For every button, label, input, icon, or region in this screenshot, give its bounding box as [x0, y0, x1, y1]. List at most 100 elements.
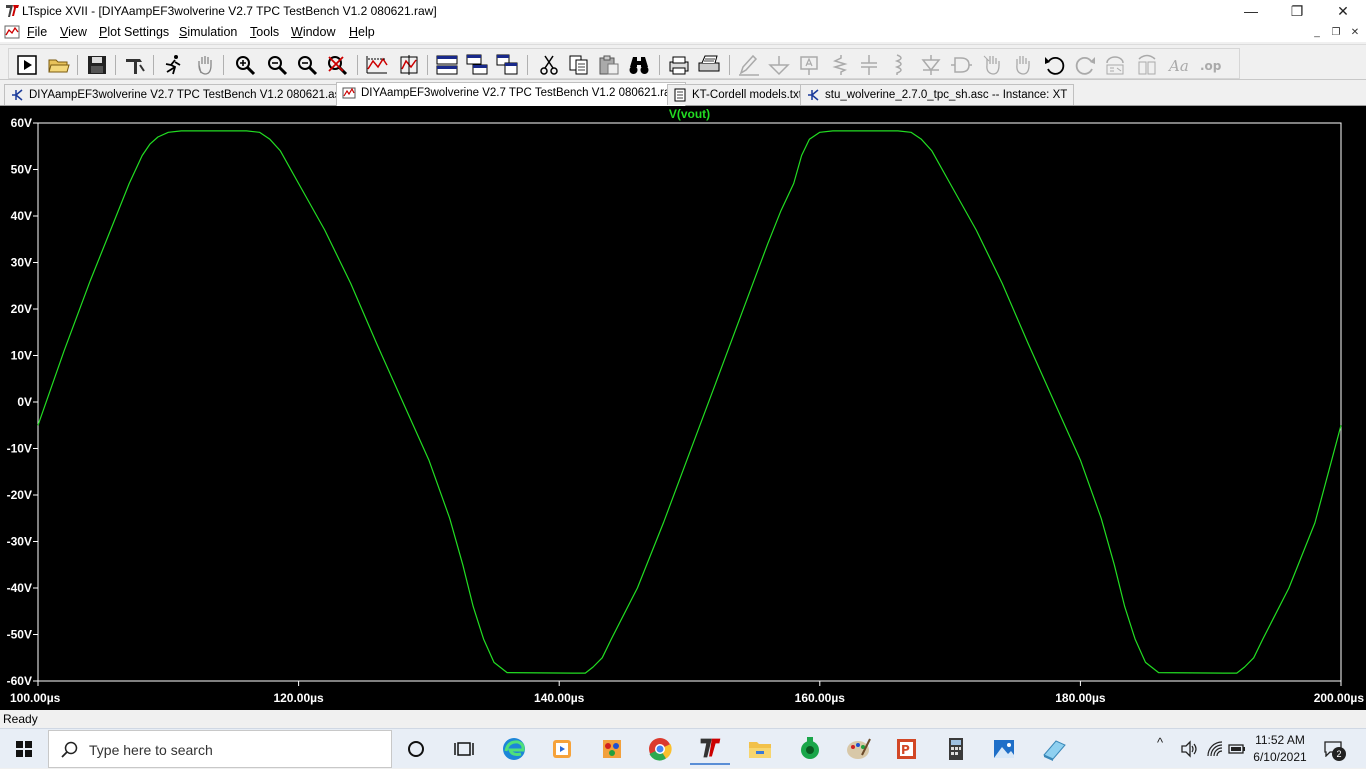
clock-time: 11:52 AM [1255, 733, 1305, 747]
rotate-icon [1103, 53, 1129, 77]
control-panel-hammer-icon[interactable] [123, 53, 149, 77]
toolbar-separator [427, 55, 428, 75]
svg-text:Aa: Aa [1167, 57, 1189, 75]
x-tick-label: 120.00µs [273, 691, 324, 705]
menu-simulation[interactable]: Simulation [179, 25, 237, 39]
run-icon[interactable] [15, 53, 41, 77]
zoom-back-icon[interactable] [295, 53, 321, 77]
halt-runner-icon[interactable] [161, 53, 187, 77]
tile-horizontal-icon[interactable] [435, 53, 461, 77]
waveform-chart[interactable]: V(vout) 60V 50V 40V 30V 20V 10V 0V -10V -20V -30V… [0, 106, 1366, 710]
zoom-out-icon[interactable] [265, 53, 291, 77]
y-tick-label: 50V [11, 163, 32, 177]
menu-help[interactable]: Help [349, 25, 375, 39]
menu-window[interactable]: Window [291, 25, 335, 39]
notification-center-icon[interactable]: 2 [1320, 735, 1348, 763]
powerpoint-icon[interactable]: P [886, 733, 926, 765]
minimize-button[interactable]: — [1228, 0, 1274, 22]
toolbar-separator [729, 55, 730, 75]
x-tick-label: 140.00µs [534, 691, 585, 705]
drag-hand-icon [1011, 53, 1037, 77]
system-clock[interactable]: 11:52 AM 6/10/2021 [1244, 732, 1316, 766]
edge-browser-icon[interactable] [494, 733, 534, 765]
find-binoculars-icon[interactable] [627, 53, 653, 77]
calculator-icon[interactable] [936, 733, 976, 765]
autorange-icon[interactable] [365, 53, 391, 77]
x-tick-label: 180.00µs [1055, 691, 1106, 705]
toolbar: Aa .op [0, 44, 1366, 80]
menu-tools[interactable]: Tools [250, 25, 279, 39]
photos-app-icon[interactable] [984, 733, 1024, 765]
save-icon[interactable] [85, 53, 111, 77]
volume-icon[interactable] [1180, 740, 1198, 758]
notification-count-badge: 2 [1332, 747, 1346, 761]
open-folder-icon[interactable] [47, 53, 73, 77]
tile-vertical-icon[interactable] [495, 53, 521, 77]
schematic-icon [808, 89, 819, 101]
maximize-button[interactable]: ❐ [1274, 0, 1320, 22]
svg-text:.op: .op [1200, 59, 1222, 73]
component-icon [949, 53, 975, 77]
ltspice-taskbar-icon[interactable] [690, 733, 730, 765]
mdi-minimize-button[interactable]: _ [1310, 26, 1324, 39]
green-app-icon[interactable] [790, 733, 830, 765]
ltspice-app-icon[interactable] [4, 3, 20, 19]
mdi-restore-button[interactable]: ❐ [1329, 26, 1343, 39]
trace-title: V(vout) [669, 107, 710, 121]
toolbar-separator [659, 55, 660, 75]
diode-icon [919, 53, 945, 77]
y-tick-label: 0V [17, 395, 32, 409]
mdi-close-button[interactable]: ✕ [1348, 26, 1362, 39]
tab-label: DIYAampEF3wolverine V2.7 TPC TestBench V… [29, 89, 347, 101]
palette-app-icon[interactable] [838, 733, 878, 765]
y-tick-label: 30V [11, 256, 32, 270]
tab-text-file[interactable]: KT-Cordell models.txt [667, 84, 809, 105]
menu-plot-settings[interactable]: Plot Settings [99, 25, 169, 39]
toolbar-separator [153, 55, 154, 75]
windows-start-icon[interactable] [0, 729, 48, 769]
task-view-icon[interactable] [444, 733, 484, 765]
autorange-y-icon[interactable] [397, 53, 423, 77]
move-hand-icon [981, 53, 1007, 77]
tab-schematic[interactable]: DIYAampEF3wolverine V2.7 TPC TestBench V… [4, 84, 354, 105]
show-hidden-icons-chevron-icon[interactable]: ^ [1157, 735, 1163, 750]
media-player-icon[interactable] [542, 733, 582, 765]
text-file-icon [674, 88, 686, 102]
zoom-fit-icon[interactable] [325, 53, 351, 77]
y-tick-label: 40V [11, 209, 32, 223]
paint-app-icon[interactable] [592, 733, 632, 765]
document-system-icon[interactable] [4, 24, 20, 40]
print-setup-icon[interactable] [697, 53, 723, 77]
wifi-icon[interactable] [1206, 740, 1224, 758]
cascade-windows-icon[interactable] [465, 53, 491, 77]
cut-scissors-icon[interactable] [537, 53, 563, 77]
copy-icon[interactable] [567, 53, 593, 77]
tab-subcircuit[interactable]: stu_wolverine_2.7.0_tpc_sh.asc -- Instan… [800, 84, 1075, 105]
waveform-icon [342, 87, 356, 99]
menu-view[interactable]: View [60, 25, 87, 39]
menu-file[interactable]: File [27, 25, 47, 39]
eraser-app-icon[interactable] [1034, 733, 1074, 765]
waveform-plot-pane[interactable]: V(vout) 60V 50V 40V 30V 20V 10V 0V -10V -20V -30V… [0, 106, 1366, 710]
close-button[interactable]: ✕ [1320, 0, 1366, 22]
file-explorer-icon[interactable] [740, 733, 780, 765]
zoom-in-icon[interactable] [233, 53, 259, 77]
chrome-browser-icon[interactable] [640, 733, 680, 765]
pan-hand-icon[interactable] [193, 53, 219, 77]
search-icon [61, 741, 78, 758]
clock-date: 6/10/2021 [1253, 750, 1307, 764]
undo-icon[interactable] [1043, 53, 1069, 77]
draw-wire-pencil-icon [737, 53, 763, 77]
tab-waveform[interactable]: DIYAampEF3wolverine V2.7 TPC TestBench V… [336, 82, 686, 106]
taskbar-search-box[interactable]: Type here to search [48, 730, 392, 768]
resistor-icon [827, 53, 853, 77]
y-tick-label: 20V [11, 302, 32, 316]
cortana-icon[interactable] [396, 733, 436, 765]
toolbar-separator [223, 55, 224, 75]
paste-icon[interactable] [597, 53, 623, 77]
menu-bar: File View Plot Settings Simulation Tools… [0, 22, 1366, 42]
y-tick-label: 60V [11, 116, 32, 130]
status-bar: Ready [0, 710, 1366, 728]
print-icon[interactable] [667, 53, 693, 77]
tab-label: stu_wolverine_2.7.0_tpc_sh.asc -- Instan… [825, 89, 1068, 101]
